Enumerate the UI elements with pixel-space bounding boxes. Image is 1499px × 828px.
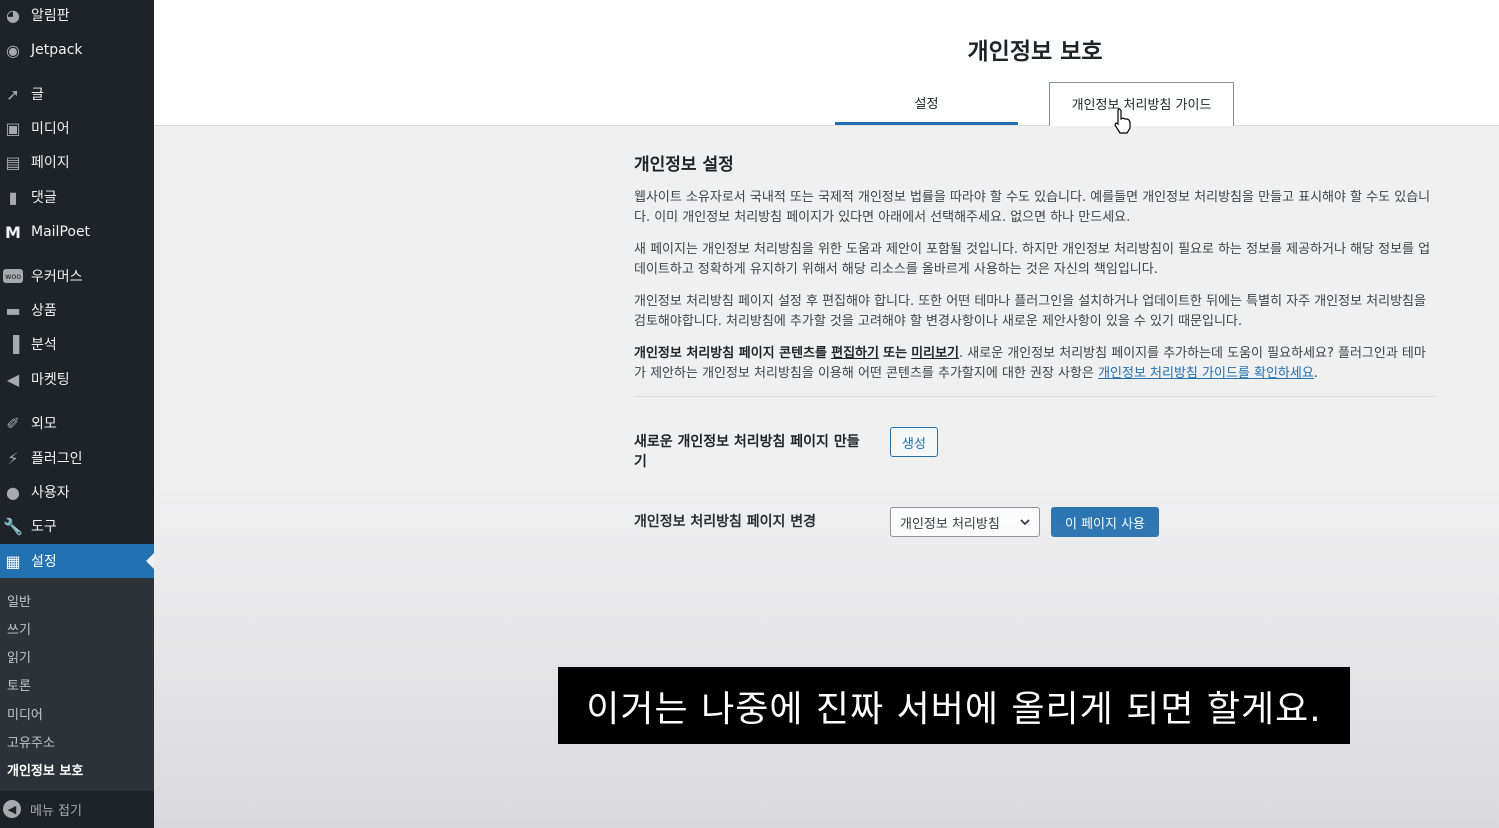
sidebar-item-label: 페이지 xyxy=(31,155,70,171)
page-title: 개인정보 보호 xyxy=(967,39,1103,65)
jetpack-icon: ◉ xyxy=(6,40,20,60)
submenu-item-privacy[interactable]: 개인정보 보호 xyxy=(7,760,83,779)
sidebar-item-label: 플러그인 xyxy=(31,451,83,467)
content-help-end: . xyxy=(1313,366,1318,381)
edit-note-paragraph: 개인정보 처리방침 페이지 설정 후 편집해야 합니다. 또한 어떤 테마나 플… xyxy=(634,294,1426,329)
sidebar-item-label: 사용자 xyxy=(31,485,70,501)
content-help-bold: 개인정보 처리방침 페이지 콘텐츠를 xyxy=(634,346,827,361)
change-page-label: 개인정보 처리방침 페이지 변경 xyxy=(634,514,817,530)
new-page-paragraph: 새 페이지는 개인정보 처리방침을 위한 도움과 제안이 포함될 것입니다. 하… xyxy=(634,242,1431,277)
tab-settings[interactable]: 설정 xyxy=(835,82,1018,125)
preview-link[interactable]: 미리보기 xyxy=(911,346,959,361)
sidebar-item-dashboard[interactable]: ◕ 알림판 xyxy=(0,0,154,32)
select-value: 개인정보 처리방침 xyxy=(900,516,1000,532)
section-title: 개인정보 설정 xyxy=(634,155,734,175)
sidebar-item-jetpack[interactable]: ◉ Jetpack xyxy=(0,33,154,67)
settings-submenu: 일반 쓰기 읽기 토론 미디어 고유주소 개인정보 보호 xyxy=(0,578,154,791)
sidebar-item-comments[interactable]: ▮ 댓글 xyxy=(0,180,154,214)
archive-icon: ▬ xyxy=(5,300,21,320)
tab-privacy-guide[interactable]: 개인정보 처리방침 가이드 xyxy=(1049,82,1234,126)
sidebar-item-users[interactable]: ● 사용자 xyxy=(0,475,154,509)
plugin-icon: ⚡ xyxy=(7,448,19,468)
collapse-menu-button[interactable]: ◀ 메뉴 접기 xyxy=(0,792,154,826)
sidebar-item-plugins[interactable]: ⚡ 플러그인 xyxy=(0,441,154,475)
privacy-guide-link[interactable]: 개인정보 처리방침 가이드를 확인하세요 xyxy=(1098,366,1314,381)
sidebar-item-label: 댓글 xyxy=(31,190,57,206)
sidebar-item-label: 글 xyxy=(31,87,44,103)
divider xyxy=(634,396,1436,397)
settings-icon: ▦ xyxy=(5,551,21,571)
sidebar-item-mailpoet[interactable]: M MailPoet xyxy=(0,215,154,249)
sidebar-item-settings[interactable]: ▦ 설정 xyxy=(0,544,154,578)
page-header xyxy=(154,0,1499,126)
sidebar-item-tools[interactable]: 🔧 도구 xyxy=(0,509,154,543)
media-icon: ▣ xyxy=(5,118,21,138)
collapse-label: 메뉴 접기 xyxy=(30,803,82,819)
sidebar-item-label: 마켓팅 xyxy=(31,372,70,388)
sidebar-item-analytics[interactable]: ▐ 분석 xyxy=(0,327,154,361)
submenu-item-media[interactable]: 미디어 xyxy=(7,704,43,723)
megaphone-icon: ◀ xyxy=(6,369,20,389)
sidebar-item-label: 우커머스 xyxy=(31,269,83,285)
chart-icon: ▐ xyxy=(6,334,20,354)
edit-link[interactable]: 편집하기 xyxy=(831,346,879,361)
sidebar-item-label: 분석 xyxy=(31,337,57,353)
sidebar-item-woocommerce[interactable]: woo 우커머스 xyxy=(0,259,154,293)
sidebar-item-label: MailPoet xyxy=(31,224,91,240)
sidebar-item-marketing[interactable]: ◀ 마켓팅 xyxy=(0,362,154,396)
sidebar-item-label: 외모 xyxy=(31,416,57,432)
submenu-item-general[interactable]: 일반 xyxy=(7,591,31,610)
comment-icon: ▮ xyxy=(8,187,18,207)
dashboard-icon: ◕ xyxy=(6,5,20,25)
chevron-down-icon xyxy=(1019,514,1031,534)
sidebar-item-posts[interactable]: ➚ 글 xyxy=(0,77,154,111)
mouse-cursor-icon xyxy=(1114,108,1132,138)
user-icon: ● xyxy=(6,482,20,502)
submenu-item-permalinks[interactable]: 고유주소 xyxy=(7,732,55,751)
admin-sidebar: ◕ 알림판 ◉ Jetpack ➚ 글 ▣ 미디어 ▤ 페이지 ▮ 댓글 M M… xyxy=(0,0,154,828)
submenu-item-discussion[interactable]: 토론 xyxy=(7,675,31,694)
create-page-label: 새로운 개인정보 처리방침 페이지 만들기 xyxy=(634,434,860,470)
or-text: 또는 xyxy=(883,346,908,361)
wrench-icon: 🔧 xyxy=(3,516,23,536)
sidebar-item-pages[interactable]: ▤ 페이지 xyxy=(0,145,154,179)
intro-paragraph: 웹사이트 소유자로서 국내적 또는 국제적 개인정보 법률을 따라야 할 수도 … xyxy=(634,190,1431,225)
brush-icon: ✐ xyxy=(6,413,20,433)
create-button[interactable]: 생성 xyxy=(890,427,938,457)
sidebar-item-label: 도구 xyxy=(31,519,57,535)
sidebar-item-label: 알림판 xyxy=(31,8,70,24)
woo-icon: woo xyxy=(3,269,23,283)
submenu-item-writing[interactable]: 쓰기 xyxy=(7,619,31,638)
sidebar-item-label: 미디어 xyxy=(31,121,70,137)
sidebar-item-label: Jetpack xyxy=(31,42,83,58)
privacy-page-select[interactable]: 개인정보 처리방침 xyxy=(890,507,1040,537)
collapse-icon: ◀ xyxy=(3,800,21,818)
sidebar-item-label: 설정 xyxy=(31,554,57,570)
sidebar-item-appearance[interactable]: ✐ 외모 xyxy=(0,406,154,440)
mailpoet-icon: M xyxy=(5,222,21,242)
video-subtitle: 이거는 나중에 진짜 서버에 올리게 되면 할게요. xyxy=(558,667,1350,744)
sidebar-item-products[interactable]: ▬ 상품 xyxy=(0,293,154,327)
content-help-paragraph: 개인정보 처리방침 페이지 콘텐츠를 편집하기 또는 미리보기. 새로운 개인정… xyxy=(634,344,1436,384)
sidebar-item-media[interactable]: ▣ 미디어 xyxy=(0,111,154,145)
sidebar-item-label: 상품 xyxy=(31,303,57,319)
video-vignette xyxy=(154,480,1499,828)
use-this-page-button[interactable]: 이 페이지 사용 xyxy=(1051,507,1159,537)
privacy-settings-section: 개인정보 설정 웹사이트 소유자로서 국내적 또는 국제적 개인정보 법률을 따… xyxy=(634,155,1436,397)
submenu-item-reading[interactable]: 읽기 xyxy=(7,647,31,666)
pin-icon: ➚ xyxy=(6,84,20,104)
page-icon: ▤ xyxy=(5,152,21,172)
